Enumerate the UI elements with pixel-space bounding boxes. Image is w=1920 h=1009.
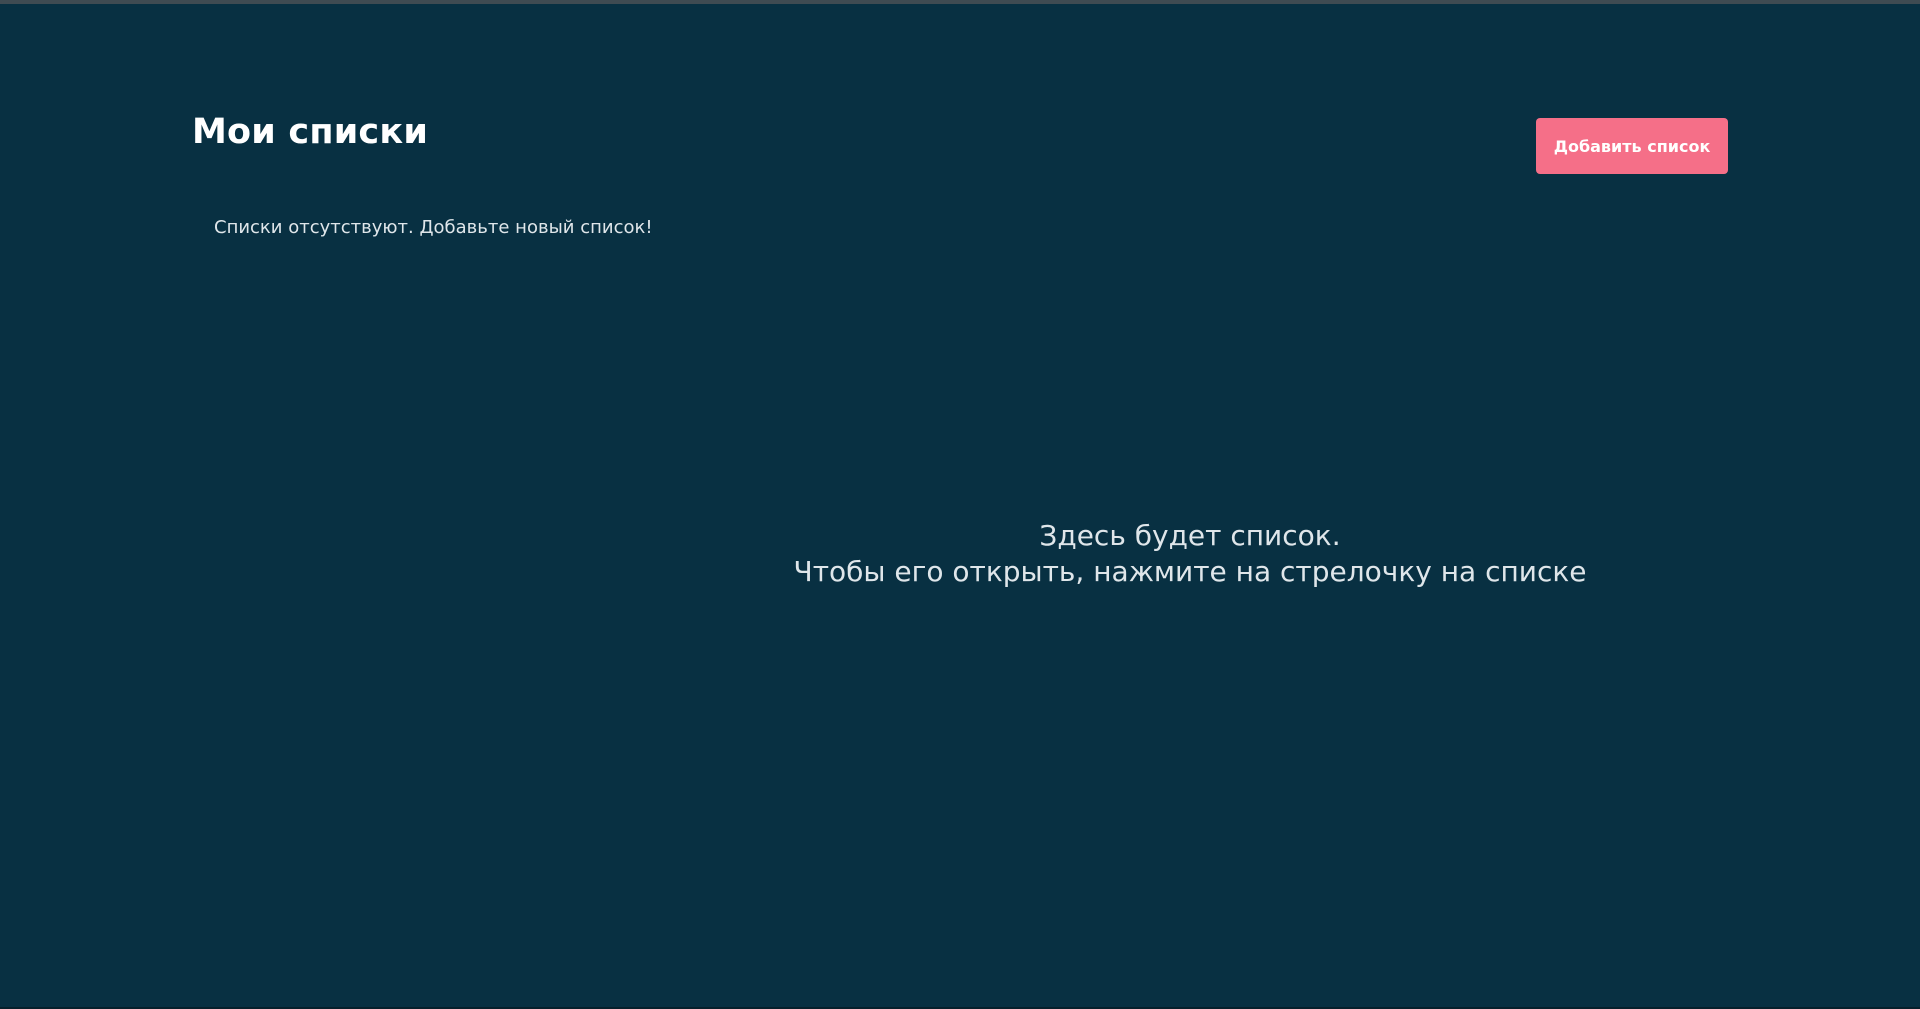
page-title: Мои списки [192, 112, 429, 152]
add-list-button[interactable]: Добавить список [1536, 118, 1728, 174]
empty-lists-message: Списки отсутствуют. Добавьте новый списо… [214, 217, 653, 238]
list-placeholder-line-2: Чтобы его открыть, нажмите на стрелочку … [793, 555, 1587, 588]
window-top-bar [0, 0, 1920, 4]
list-placeholder-line-1: Здесь будет список. [1039, 519, 1341, 552]
list-placeholder: Здесь будет список. Чтобы его открыть, н… [700, 518, 1680, 590]
